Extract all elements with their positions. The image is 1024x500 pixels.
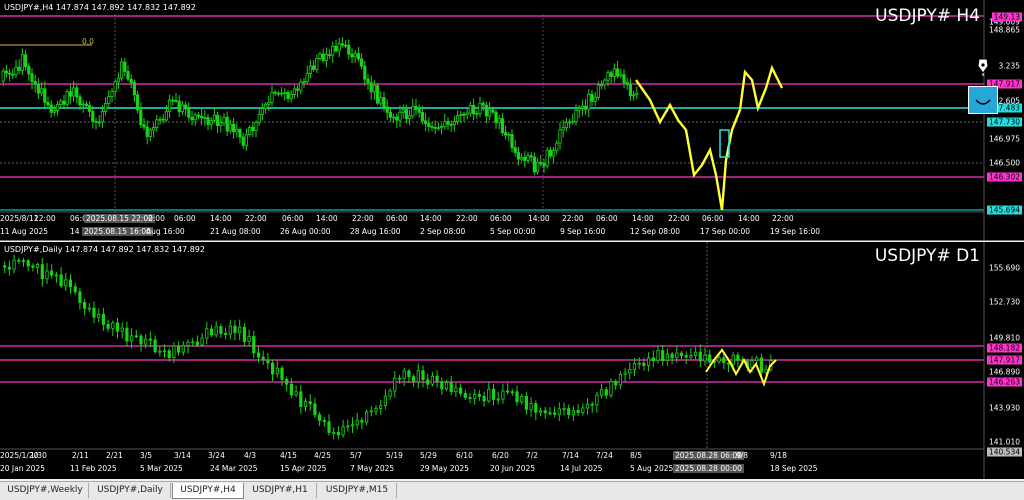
date-tick: 11 Aug 2025 bbox=[0, 227, 49, 236]
time-tick: 7/24 bbox=[596, 451, 613, 460]
date-tick: 29 May 2025 bbox=[420, 464, 469, 473]
tab-daily[interactable]: USDJPY#,Daily bbox=[90, 483, 171, 498]
time-tick: 22:00 bbox=[352, 214, 374, 223]
date-tick: 14 bbox=[70, 227, 80, 236]
time-tick: 06:00 bbox=[490, 214, 512, 223]
time-tick: 22:00 bbox=[562, 214, 584, 223]
time-tick: 06:00 bbox=[596, 214, 618, 223]
time-tick: 14:00 bbox=[420, 214, 442, 223]
date-tick: Aug 16:00 bbox=[146, 227, 185, 236]
d1-chart-pane[interactable]: USDJPY#,Daily 147.874 147.892 147.832 14… bbox=[0, 242, 1024, 479]
chart-window-icon[interactable] bbox=[968, 86, 998, 114]
date-tick: 15 Apr 2025 bbox=[280, 464, 327, 473]
time-tick: 6/10 bbox=[456, 451, 473, 460]
time-tick: 7/2 bbox=[526, 451, 539, 460]
pen-icon[interactable] bbox=[976, 57, 990, 77]
date-tick: 20 Jun 2025 bbox=[490, 464, 536, 473]
time-tick: 6/20 bbox=[492, 451, 509, 460]
time-tick: 3/5 bbox=[140, 451, 153, 460]
date-tick: 20 Jan 2025 bbox=[0, 464, 45, 473]
time-tick: 4/3 bbox=[244, 451, 257, 460]
time-tick: 22:00 bbox=[245, 214, 267, 223]
time-tick: 3/24 bbox=[208, 451, 225, 460]
time-tick: 7/14 bbox=[562, 451, 579, 460]
date-tick: 18 Sep 2025 bbox=[770, 464, 818, 473]
time-tick: 06:00 bbox=[386, 214, 408, 223]
time-tick: 14:00 bbox=[632, 214, 654, 223]
time-tick: 9/18 bbox=[770, 451, 787, 460]
date-tick: 26 Aug 00:00 bbox=[280, 227, 331, 236]
date-tick: 11 Feb 2025 bbox=[70, 464, 117, 473]
time-tick: 2/21 bbox=[106, 451, 123, 460]
tab-m15[interactable]: USDJPY#,M15 bbox=[318, 483, 397, 498]
tab-weekly[interactable]: USDJPY#,Weekly bbox=[2, 483, 89, 498]
time-tick: 14:00 bbox=[528, 214, 550, 223]
time-tick: 06:00 bbox=[174, 214, 196, 223]
time-tick: 5/7 bbox=[350, 451, 363, 460]
date-tick: 2025.08.15 16:00 bbox=[82, 227, 153, 236]
time-tick: 22:00 bbox=[772, 214, 794, 223]
tab-h1[interactable]: USDJPY#,H1 bbox=[244, 483, 317, 498]
date-tick: 17 Sep 00:00 bbox=[700, 227, 751, 236]
time-tick: 3/14 bbox=[174, 451, 191, 460]
date-tick: 21 Aug 08:00 bbox=[210, 227, 261, 236]
date-tick: 5 Sep 00:00 bbox=[490, 227, 536, 236]
tab-h4[interactable]: USDJPY#,H4 bbox=[172, 483, 244, 499]
time-tick: 2025.08.15 22:00 bbox=[84, 214, 155, 223]
time-tick: 1/30 bbox=[30, 451, 47, 460]
date-tick: 2025.08.28 00:00 bbox=[673, 464, 744, 473]
time-tick: 14:00 bbox=[738, 214, 760, 223]
date-tick: 12 Sep 08:00 bbox=[630, 227, 681, 236]
date-tick: 24 Mar 2025 bbox=[210, 464, 258, 473]
date-tick: 14 Jul 2025 bbox=[560, 464, 603, 473]
time-tick: 9/8 bbox=[736, 451, 749, 460]
time-tick: 14:00 bbox=[316, 214, 338, 223]
date-tick: 19 Sep 16:00 bbox=[770, 227, 821, 236]
time-tick: 06:00 bbox=[282, 214, 304, 223]
time-tick: 2025/8/11 bbox=[0, 214, 39, 223]
date-tick: 9 Sep 16:00 bbox=[560, 227, 606, 236]
time-tick: 22:00 bbox=[668, 214, 690, 223]
time-tick: 06:00 bbox=[702, 214, 724, 223]
date-tick: 7 May 2025 bbox=[350, 464, 395, 473]
date-tick: 28 Aug 16:00 bbox=[350, 227, 401, 236]
time-tick: 2/11 bbox=[72, 451, 89, 460]
time-tick: 8/5 bbox=[630, 451, 643, 460]
time-tick: 22:00 bbox=[34, 214, 56, 223]
time-tick: 2:00 bbox=[148, 214, 165, 223]
h4-chart-pane[interactable]: USDJPY#,H4 147.874 147.892 147.832 147.8… bbox=[0, 0, 1024, 241]
date-tick: 2 Sep 08:00 bbox=[420, 227, 466, 236]
date-tick: 5 Mar 2025 bbox=[140, 464, 183, 473]
time-tick: 5/29 bbox=[420, 451, 437, 460]
chart-tabs-bar: USDJPY#,Weekly USDJPY#,Daily USDJPY#,H4 … bbox=[0, 481, 1024, 500]
time-tick: 2025.08.28 06:00 bbox=[673, 451, 744, 460]
time-tick: 4/15 bbox=[280, 451, 297, 460]
time-tick: 14:00 bbox=[210, 214, 232, 223]
time-tick: 5/19 bbox=[386, 451, 403, 460]
time-tick: 22:00 bbox=[456, 214, 478, 223]
date-tick: 5 Aug 2025 bbox=[630, 464, 674, 473]
time-tick: 4/25 bbox=[314, 451, 331, 460]
